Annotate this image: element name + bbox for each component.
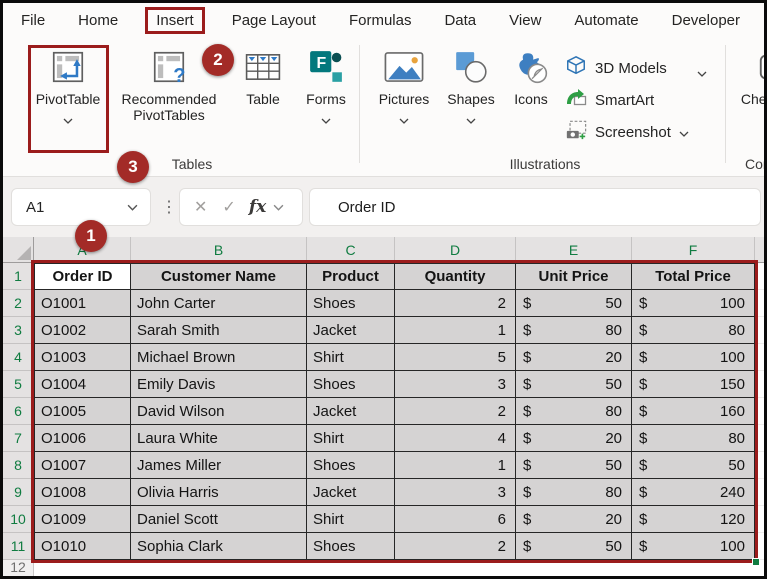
controls-group-label: Controls [745, 156, 764, 172]
selection-fill-handle[interactable] [752, 558, 760, 566]
annotation-step-1: 1 [75, 220, 107, 252]
chevron-down-icon [399, 111, 409, 127]
row-header-12[interactable]: 12 [3, 560, 34, 576]
row-header[interactable]: 8 [3, 452, 34, 479]
select-all-corner[interactable] [3, 237, 34, 263]
3d-models-label: 3D Models [595, 59, 667, 77]
shapes-button[interactable]: Shapes [439, 47, 503, 127]
row-header[interactable]: 10 [3, 506, 34, 533]
forms-label: Forms [306, 91, 346, 107]
formula-bar-grip[interactable]: ⋮ [161, 188, 177, 226]
chevron-down-icon[interactable] [127, 204, 138, 211]
cancel-icon[interactable]: ✕ [194, 197, 207, 217]
chevron-down-icon[interactable] [273, 204, 284, 211]
formula-value: Order ID [338, 198, 396, 216]
icons-icon [513, 47, 549, 87]
formula-input[interactable]: Order ID [309, 188, 761, 226]
checkbox-label: Checkbox [740, 91, 767, 107]
pictures-label: Pictures [378, 91, 430, 107]
tables-group-label: Tables [171, 156, 213, 172]
tab-file[interactable]: File [21, 12, 45, 29]
tab-view[interactable]: View [509, 12, 541, 29]
icons-button[interactable]: Icons [503, 47, 559, 107]
row-header[interactable]: 5 [3, 371, 34, 398]
recommended-pivottables-icon: ? [150, 47, 188, 87]
pictures-icon [382, 47, 426, 87]
group-separator [725, 45, 726, 163]
tab-developer[interactable]: Developer [672, 12, 740, 29]
row-header[interactable]: 11 [3, 533, 34, 560]
screenshot-label: Screenshot [595, 123, 671, 141]
row-header[interactable]: 2 [3, 290, 34, 317]
chevron-down-icon[interactable] [697, 64, 707, 82]
tab-formulas[interactable]: Formulas [349, 12, 412, 29]
tab-insert[interactable]: Insert [145, 6, 205, 34]
recommended-pivottables-label: Recommended PivotTables [121, 91, 217, 123]
row-header[interactable]: 7 [3, 425, 34, 452]
svg-text:?: ? [173, 65, 185, 86]
row-header[interactable]: 6 [3, 398, 34, 425]
smartart-label: SmartArt [595, 91, 655, 109]
3d-models-button[interactable]: 3D Models [565, 54, 667, 82]
tab-data[interactable]: Data [444, 12, 476, 29]
chevron-down-icon [321, 111, 331, 127]
enter-icon[interactable]: ✓ [222, 197, 235, 217]
table-button[interactable]: Table [231, 47, 295, 107]
name-box[interactable]: A1 [11, 188, 151, 226]
screenshot-icon [565, 119, 587, 145]
smartart-icon [565, 87, 587, 113]
name-box-value: A1 [26, 198, 45, 216]
ribbon: PivotTable ? Recommended PivotTables Tab… [3, 37, 764, 177]
ribbon-tab-bar: File Home Insert Page Layout Formulas Da… [3, 3, 764, 37]
checkbox-button[interactable]: Checkbox [737, 47, 767, 107]
illustrations-group-label: Illustrations [509, 156, 581, 172]
screenshot-button[interactable]: Screenshot [565, 118, 689, 146]
checkbox-icon [759, 47, 764, 87]
chevron-down-icon [679, 124, 689, 141]
insert-function-icon[interactable]: fx [249, 197, 266, 217]
annotation-box-pivottable [28, 45, 109, 153]
chevron-down-icon [466, 111, 476, 127]
pictures-button[interactable]: Pictures [367, 47, 441, 127]
annotation-box-table-range [31, 260, 758, 563]
row-header[interactable]: 3 [3, 317, 34, 344]
row-header[interactable]: 1 [3, 263, 34, 290]
formula-bar: A1 ⋮ ✕ ✓ fx Order ID [3, 177, 764, 237]
3d-models-icon [565, 55, 587, 81]
svg-text:F: F [316, 55, 326, 72]
shapes-label: Shapes [447, 91, 495, 107]
row-header[interactable]: 4 [3, 344, 34, 371]
excel-window: File Home Insert Page Layout Formulas Da… [0, 0, 767, 579]
forms-icon: F [308, 47, 344, 87]
smartart-button[interactable]: SmartArt [565, 86, 654, 114]
table-icon [245, 47, 281, 87]
forms-button[interactable]: F Forms [297, 47, 355, 127]
tab-page-layout[interactable]: Page Layout [232, 12, 316, 29]
annotation-step-2: 2 [202, 44, 234, 76]
tab-home[interactable]: Home [78, 12, 118, 29]
group-separator [359, 45, 360, 163]
table-label: Table [246, 91, 280, 107]
row-header[interactable]: 9 [3, 479, 34, 506]
shapes-icon [453, 47, 489, 87]
icons-label: Icons [514, 91, 548, 107]
annotation-step-3: 3 [117, 151, 149, 183]
tab-automate[interactable]: Automate [574, 12, 638, 29]
formula-buttons: ✕ ✓ fx [179, 188, 303, 226]
